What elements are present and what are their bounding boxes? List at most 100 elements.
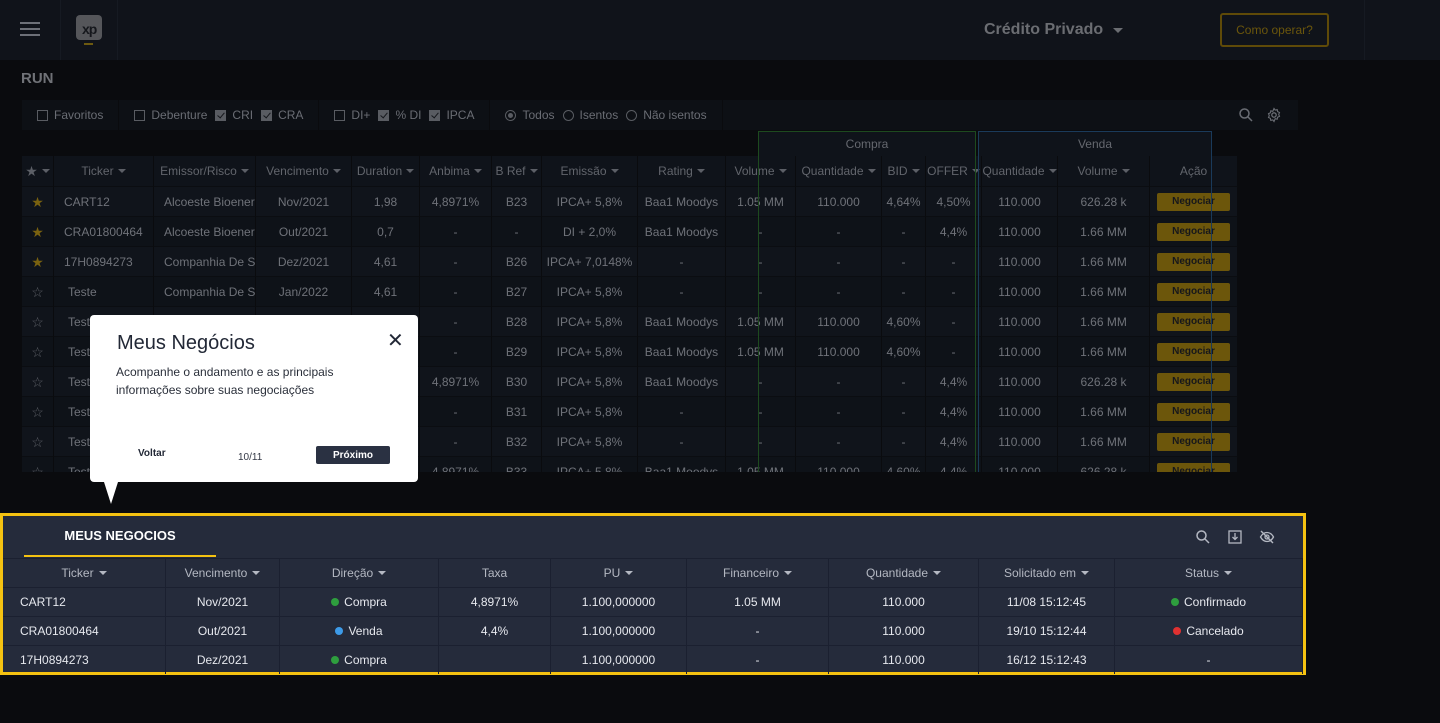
cell-acao[interactable]: Negociar	[1150, 186, 1238, 216]
col-header-ticker[interactable]: Ticker	[54, 156, 154, 186]
tour-next-button[interactable]: Próximo	[316, 446, 390, 464]
search-icon[interactable]	[1195, 529, 1211, 545]
sort-caret-icon[interactable]	[911, 169, 920, 173]
tab-meus-negocios[interactable]: MEUS NEGOCIOS	[24, 516, 216, 557]
sort-caret-icon[interactable]	[971, 169, 980, 173]
checkbox[interactable]	[215, 109, 227, 121]
cell-favorite[interactable]: ☆	[22, 456, 54, 472]
table-row[interactable]: 17H0894273 Dez/2021 Compra 1.100,000000 - 110…	[3, 645, 1303, 674]
checkbox[interactable]	[261, 109, 273, 121]
sort-caret-icon[interactable]	[252, 571, 261, 575]
star-filled-icon[interactable]: ★	[31, 195, 44, 209]
radio-button[interactable]	[562, 109, 574, 121]
negociar-button[interactable]: Negociar	[1157, 312, 1230, 331]
sort-caret-icon[interactable]	[406, 169, 415, 173]
col-header-pu[interactable]: PU	[551, 558, 687, 587]
table-row[interactable]: CRA01800464 Out/2021 Venda 4,4% 1.100,000000…	[3, 616, 1303, 645]
col-header-anbima[interactable]: Anbima	[420, 156, 492, 186]
table-row[interactable]: ★ CART12 Alcoeste Bioenerg Nov/2021 1,98 4,89…	[22, 186, 1298, 216]
negociar-button[interactable]: Negociar	[1157, 192, 1230, 211]
col-header-rating[interactable]: Rating	[638, 156, 726, 186]
cell-acao[interactable]: Negociar	[1150, 216, 1238, 246]
negociar-button[interactable]: Negociar	[1157, 462, 1230, 472]
cell-acao[interactable]: Negociar	[1150, 246, 1238, 276]
checkbox[interactable]	[378, 109, 390, 121]
checkbox[interactable]	[334, 109, 346, 121]
cell-favorite[interactable]: ☆	[22, 276, 54, 306]
gear-icon[interactable]	[1266, 107, 1282, 123]
cell-favorite[interactable]: ★	[22, 186, 54, 216]
star-outline-icon[interactable]: ☆	[31, 285, 44, 299]
download-icon[interactable]	[1227, 529, 1243, 545]
close-icon[interactable]: ✕	[387, 331, 404, 351]
col-header-emissor[interactable]: Emissor/Risco	[154, 156, 256, 186]
col-header-bref[interactable]: B Ref	[492, 156, 542, 186]
col-header-emissao[interactable]: Emissão	[542, 156, 638, 186]
filter-n-o-isentos[interactable]: Não isentos	[626, 108, 707, 122]
sort-caret-icon[interactable]	[332, 169, 341, 173]
sort-caret-icon[interactable]	[378, 571, 387, 575]
col-header-solicitado[interactable]: Solicitado em	[979, 558, 1115, 587]
negociar-button[interactable]: Negociar	[1157, 432, 1230, 451]
col-header-vencimento[interactable]: Vencimento	[256, 156, 352, 186]
col-header-ticker[interactable]: Ticker	[3, 558, 166, 587]
table-row[interactable]: ★ CRA01800464 Alcoeste Bioenerg Out/2021 0,7…	[22, 216, 1298, 246]
radio-button[interactable]	[626, 109, 638, 121]
eye-off-icon[interactable]	[1259, 529, 1275, 545]
col-header-compra-quantidade[interactable]: Quantidade	[796, 156, 882, 186]
sort-caret-icon[interactable]	[867, 169, 876, 173]
how-to-operate-button[interactable]: Como operar?	[1220, 13, 1329, 47]
star-outline-icon[interactable]: ☆	[31, 435, 44, 449]
cell-favorite[interactable]: ☆	[22, 366, 54, 396]
table-row[interactable]: ☆ Teste Companhia De Sar Jan/2022 4,61 - B27 IP…	[22, 276, 1298, 306]
negociar-button[interactable]: Negociar	[1157, 252, 1230, 271]
negociar-button[interactable]: Negociar	[1157, 222, 1230, 241]
cell-favorite[interactable]: ☆	[22, 426, 54, 456]
star-outline-icon[interactable]: ☆	[31, 315, 44, 329]
cell-acao[interactable]: Negociar	[1150, 456, 1238, 472]
filter--di[interactable]: % DI	[378, 108, 421, 122]
filter-ipca[interactable]: IPCA	[429, 108, 474, 122]
table-row[interactable]: ★ 17H0894273 Companhia De Sar Dez/2021 4,61 -…	[22, 246, 1298, 276]
star-filled-icon[interactable]: ★	[31, 255, 44, 269]
sort-caret-icon[interactable]	[1224, 571, 1233, 575]
cell-acao[interactable]: Negociar	[1150, 306, 1238, 336]
product-dropdown[interactable]: Crédito Privado	[984, 18, 1124, 42]
filter-cri[interactable]: CRI	[215, 108, 253, 122]
sort-caret-icon[interactable]	[1048, 169, 1057, 173]
col-header-venda-quantidade[interactable]: Quantidade	[982, 156, 1058, 186]
sort-caret-icon[interactable]	[784, 571, 793, 575]
col-header-bid[interactable]: BID	[882, 156, 926, 186]
filter-cra[interactable]: CRA	[261, 108, 303, 122]
checkbox[interactable]	[134, 109, 146, 121]
checkbox[interactable]	[429, 109, 441, 121]
star-outline-icon[interactable]: ☆	[31, 345, 44, 359]
cell-favorite[interactable]: ☆	[22, 396, 54, 426]
tour-back-button[interactable]: Voltar	[138, 448, 166, 459]
filter-isentos[interactable]: Isentos	[562, 108, 618, 122]
sort-caret-icon[interactable]	[117, 169, 126, 173]
filter-di-[interactable]: DI+	[334, 108, 370, 122]
col-header-financeiro[interactable]: Financeiro	[687, 558, 829, 587]
cell-favorite[interactable]: ★	[22, 216, 54, 246]
table-row[interactable]: CART12 Nov/2021 Compra 4,8971% 1.100,000000 1…	[3, 587, 1303, 616]
negociar-button[interactable]: Negociar	[1157, 342, 1230, 361]
negociar-button[interactable]: Negociar	[1157, 372, 1230, 391]
sort-caret-icon[interactable]	[696, 169, 705, 173]
xp-logo[interactable]: xp	[76, 15, 102, 45]
cell-acao[interactable]: Negociar	[1150, 396, 1238, 426]
search-icon[interactable]	[1238, 107, 1254, 123]
sort-caret-icon[interactable]	[933, 571, 942, 575]
filter-todos[interactable]: Todos	[505, 108, 555, 122]
star-filled-icon[interactable]: ★	[31, 225, 44, 239]
sort-caret-icon[interactable]	[778, 169, 787, 173]
star-outline-icon[interactable]: ☆	[31, 375, 44, 389]
cell-acao[interactable]: Negociar	[1150, 276, 1238, 306]
sort-caret-icon[interactable]	[1121, 169, 1130, 173]
col-header-compra-volume[interactable]: Volume	[726, 156, 796, 186]
star-outline-icon[interactable]: ☆	[31, 465, 44, 473]
filter-favorites[interactable]: Favoritos	[37, 108, 103, 122]
cell-favorite[interactable]: ☆	[22, 306, 54, 336]
cell-favorite[interactable]: ☆	[22, 336, 54, 366]
negociar-button[interactable]: Negociar	[1157, 402, 1230, 421]
